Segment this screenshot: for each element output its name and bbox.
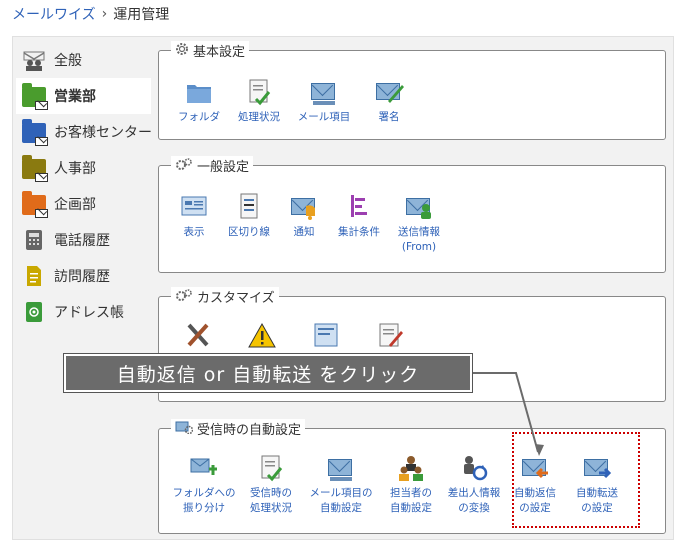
- folder-mail-icon: [22, 155, 48, 182]
- sidebar-item-address-book[interactable]: アドレス帳: [16, 294, 156, 330]
- document-icon: [22, 265, 46, 287]
- sender-convert-link[interactable]: 差出人情報 の変換: [443, 453, 505, 516]
- sidebar-item-label: 電話履歴: [54, 233, 110, 249]
- sidebar-item-phone-history[interactable]: 電話履歴: [16, 222, 156, 258]
- section-legend: 受信時の自動設定: [171, 419, 306, 438]
- section-title: 受信時の自動設定: [197, 423, 302, 438]
- sidebar-item-label: 全般: [54, 53, 82, 69]
- sidebar-item-label: アドレス帳: [54, 305, 124, 321]
- section-legend: 基本設定: [171, 41, 250, 60]
- folder-mail-icon: [22, 191, 48, 218]
- section-general-settings: 一般設定 表示 区切り線 通知 集計条件 送信情報 (From): [158, 156, 666, 273]
- mail-fields-auto-link[interactable]: メール項目の 自動設定: [303, 453, 379, 516]
- signature-icon: [374, 77, 404, 107]
- sidebar-item-planning[interactable]: 企画部: [16, 186, 156, 222]
- warning-icon[interactable]: [247, 321, 277, 351]
- sidebar-item-label: 人事部: [54, 161, 96, 177]
- folder-mail-icon: [22, 119, 48, 146]
- assignee-auto-link[interactable]: 担当者の 自動設定: [381, 453, 441, 516]
- gears-icon: [175, 288, 193, 306]
- separator-lines-icon: [234, 192, 264, 222]
- sender-convert-icon: [459, 453, 489, 483]
- folder-settings-link[interactable]: フォルダ: [171, 77, 227, 125]
- display-icon: [179, 192, 209, 222]
- edit-document-icon[interactable]: [375, 321, 405, 351]
- checklist-icon: [256, 453, 286, 483]
- section-basic-settings: 基本設定 フォルダ 処理状況 メール項目 署名: [158, 41, 666, 140]
- people-icon: [22, 49, 46, 71]
- tools-icon[interactable]: [183, 321, 213, 351]
- sidebar-item-label: 訪問履歴: [54, 269, 110, 285]
- people-icon: [396, 453, 426, 483]
- highlight-box: [512, 432, 640, 528]
- receive-status-link[interactable]: 受信時の 処理状況: [241, 453, 301, 516]
- gears-icon: [175, 157, 193, 175]
- sender-icon: [404, 192, 434, 222]
- sidebar-item-visit-history[interactable]: 訪問履歴: [16, 258, 156, 294]
- aggregation-settings-link[interactable]: 集計条件: [331, 192, 387, 255]
- signature-link[interactable]: 署名: [361, 77, 417, 125]
- sidebar-item-label: 企画部: [54, 197, 96, 213]
- breadcrumb-root-link[interactable]: メールワイズ: [12, 4, 96, 24]
- gear-icon: [175, 42, 189, 60]
- mail-icon: [309, 77, 339, 107]
- breadcrumb: メールワイズ › 運用管理: [12, 4, 169, 24]
- mail-sort-icon: [189, 453, 219, 483]
- folder-mail-icon: [22, 83, 48, 110]
- sidebar-item-sales[interactable]: 営業部: [16, 78, 151, 114]
- section-title: 一般設定: [197, 160, 250, 175]
- notification-settings-link[interactable]: 通知: [281, 192, 327, 255]
- sidebar-item-label: 営業部: [54, 89, 96, 105]
- checklist-icon: [244, 77, 274, 107]
- sidebar-item-label: お客様センター: [54, 125, 152, 141]
- sender-info-link[interactable]: 送信情報 (From): [391, 192, 447, 255]
- address-book-icon: [22, 301, 46, 323]
- display-settings-link[interactable]: 表示: [171, 192, 217, 255]
- breadcrumb-separator: ›: [101, 6, 108, 22]
- sidebar-item-customer-center[interactable]: お客様センター: [16, 114, 156, 150]
- notification-icon: [289, 192, 319, 222]
- section-legend: 一般設定: [171, 156, 254, 175]
- status-settings-link[interactable]: 処理状況: [231, 77, 287, 125]
- sidebar: 全般 営業部 お客様センター 人事部 企画部 電話履歴 訪問履歴 アドレス帳: [16, 42, 156, 330]
- template-icon[interactable]: [311, 321, 341, 351]
- sidebar-item-general[interactable]: 全般: [16, 42, 156, 78]
- instruction-callout: 自動返信 or 自動転送 をクリック: [63, 353, 473, 393]
- bar-chart-icon: [344, 192, 374, 222]
- folder-sorting-link[interactable]: フォルダへの 振り分け: [169, 453, 239, 516]
- mail-icon: [326, 453, 356, 483]
- auto-mail-icon: [175, 420, 194, 438]
- section-title: カスタマイズ: [197, 291, 275, 306]
- mail-fields-link[interactable]: メール項目: [291, 77, 357, 125]
- section-title: 基本設定: [193, 45, 246, 60]
- separator-settings-link[interactable]: 区切り線: [221, 192, 277, 255]
- folder-icon: [184, 77, 214, 107]
- phone-icon: [22, 229, 46, 251]
- sidebar-item-hr[interactable]: 人事部: [16, 150, 156, 186]
- breadcrumb-current: 運用管理: [113, 7, 170, 23]
- section-legend: カスタマイズ: [171, 287, 279, 306]
